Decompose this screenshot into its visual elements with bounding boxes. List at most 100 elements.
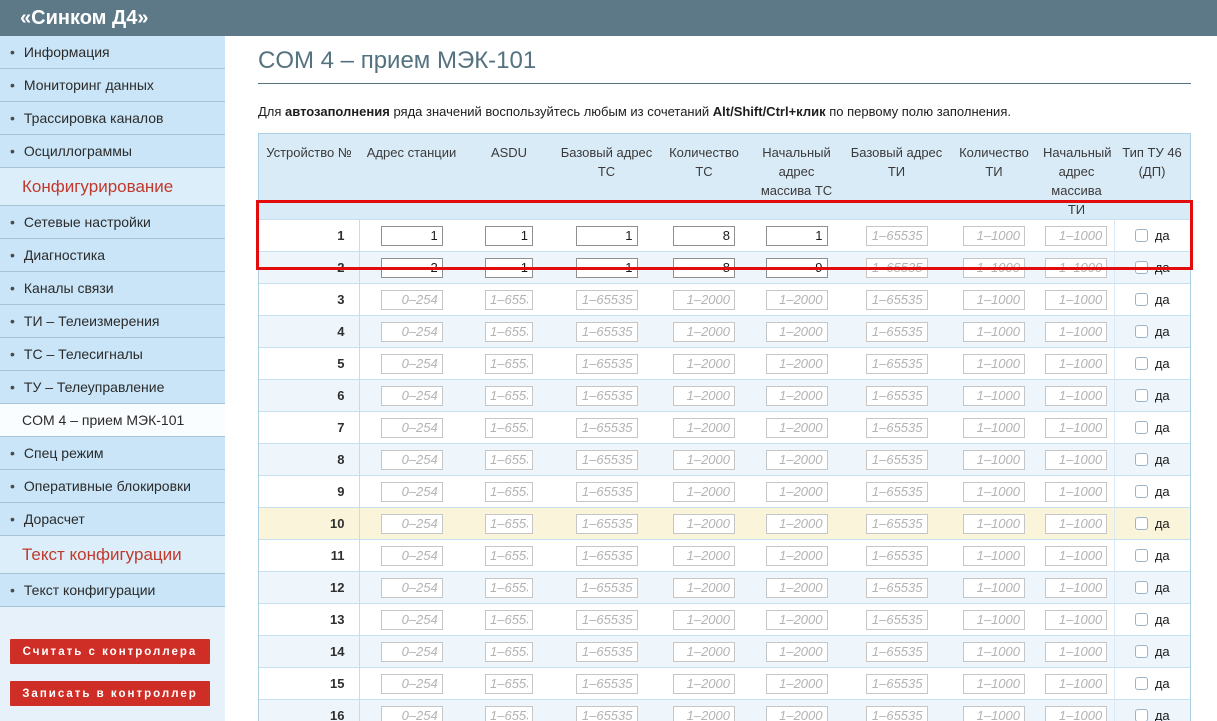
ti-array-start-address-input[interactable]	[1045, 450, 1107, 470]
ts-count-input[interactable]	[673, 354, 735, 374]
ts-base-address-input[interactable]	[576, 322, 638, 342]
ts-count-input[interactable]	[673, 418, 735, 438]
sidebar-item[interactable]: •Спец режим	[0, 437, 225, 470]
sidebar-item[interactable]: •Трассировка каналов	[0, 102, 225, 135]
ti-base-address-input[interactable]	[866, 450, 928, 470]
ti-base-address-input[interactable]	[866, 578, 928, 598]
ts-base-address-input[interactable]	[576, 418, 638, 438]
ti-array-start-address-input[interactable]	[1045, 642, 1107, 662]
ti-array-start-address-input[interactable]	[1045, 674, 1107, 694]
ts-base-address-input[interactable]	[576, 514, 638, 534]
station-address-input[interactable]	[381, 322, 443, 342]
ts-array-start-address-input[interactable]	[766, 514, 828, 534]
station-address-input[interactable]	[381, 354, 443, 374]
asdu-input[interactable]	[485, 322, 533, 342]
ti-base-address-input[interactable]	[866, 482, 928, 502]
ti-array-start-address-input[interactable]	[1045, 610, 1107, 630]
ti-count-input[interactable]	[963, 386, 1025, 406]
station-address-input[interactable]	[381, 546, 443, 566]
ti-array-start-address-input[interactable]	[1045, 226, 1107, 246]
ti-array-start-address-input[interactable]	[1045, 258, 1107, 278]
sidebar-item[interactable]: COM 4 – прием МЭК-101	[0, 404, 225, 437]
ti-count-input[interactable]	[963, 258, 1025, 278]
ts-array-start-address-input[interactable]	[766, 546, 828, 566]
asdu-input[interactable]	[485, 418, 533, 438]
ts-base-address-input[interactable]	[576, 450, 638, 470]
ti-array-start-address-input[interactable]	[1045, 514, 1107, 534]
asdu-input[interactable]	[485, 578, 533, 598]
ti-array-start-address-input[interactable]	[1045, 354, 1107, 374]
tu-type-checkbox[interactable]	[1135, 261, 1148, 274]
ts-array-start-address-input[interactable]	[766, 226, 828, 246]
ti-count-input[interactable]	[963, 418, 1025, 438]
asdu-input[interactable]	[485, 450, 533, 470]
tu-type-checkbox[interactable]	[1135, 389, 1148, 402]
ts-array-start-address-input[interactable]	[766, 674, 828, 694]
ts-base-address-input[interactable]	[576, 546, 638, 566]
ti-count-input[interactable]	[963, 514, 1025, 534]
tu-type-checkbox[interactable]	[1135, 453, 1148, 466]
tu-type-checkbox[interactable]	[1135, 325, 1148, 338]
ts-count-input[interactable]	[673, 674, 735, 694]
tu-type-checkbox[interactable]	[1135, 293, 1148, 306]
ts-count-input[interactable]	[673, 450, 735, 470]
ts-base-address-input[interactable]	[576, 706, 638, 721]
tu-type-checkbox[interactable]	[1135, 517, 1148, 530]
ts-count-input[interactable]	[673, 258, 735, 278]
ti-array-start-address-input[interactable]	[1045, 418, 1107, 438]
tu-type-checkbox[interactable]	[1135, 613, 1148, 626]
station-address-input[interactable]	[381, 290, 443, 310]
station-address-input[interactable]	[381, 450, 443, 470]
ts-count-input[interactable]	[673, 514, 735, 534]
ts-array-start-address-input[interactable]	[766, 610, 828, 630]
ts-array-start-address-input[interactable]	[766, 354, 828, 374]
ts-base-address-input[interactable]	[576, 290, 638, 310]
tu-type-checkbox[interactable]	[1135, 677, 1148, 690]
ti-count-input[interactable]	[963, 482, 1025, 502]
ts-count-input[interactable]	[673, 482, 735, 502]
ts-base-address-input[interactable]	[576, 226, 638, 246]
ti-count-input[interactable]	[963, 354, 1025, 374]
ti-count-input[interactable]	[963, 322, 1025, 342]
ti-array-start-address-input[interactable]	[1045, 546, 1107, 566]
sidebar-item[interactable]: •Информация	[0, 36, 225, 69]
ts-count-input[interactable]	[673, 706, 735, 721]
ts-count-input[interactable]	[673, 546, 735, 566]
ts-array-start-address-input[interactable]	[766, 706, 828, 721]
ts-base-address-input[interactable]	[576, 386, 638, 406]
ts-array-start-address-input[interactable]	[766, 418, 828, 438]
asdu-input[interactable]	[485, 610, 533, 630]
ts-count-input[interactable]	[673, 290, 735, 310]
sidebar-item[interactable]: •Мониторинг данных	[0, 69, 225, 102]
ts-base-address-input[interactable]	[576, 674, 638, 694]
ti-array-start-address-input[interactable]	[1045, 578, 1107, 598]
ti-array-start-address-input[interactable]	[1045, 322, 1107, 342]
ts-count-input[interactable]	[673, 610, 735, 630]
sidebar-item[interactable]: •ТУ – Телеуправление	[0, 371, 225, 404]
ti-array-start-address-input[interactable]	[1045, 706, 1107, 721]
ts-array-start-address-input[interactable]	[766, 482, 828, 502]
sidebar-item[interactable]: •Диагностика	[0, 239, 225, 272]
ti-count-input[interactable]	[963, 450, 1025, 470]
ti-count-input[interactable]	[963, 546, 1025, 566]
ti-array-start-address-input[interactable]	[1045, 386, 1107, 406]
sidebar-item[interactable]: •Текст конфигурации	[0, 574, 225, 607]
station-address-input[interactable]	[381, 610, 443, 630]
ti-base-address-input[interactable]	[866, 418, 928, 438]
ts-array-start-address-input[interactable]	[766, 450, 828, 470]
ti-count-input[interactable]	[963, 578, 1025, 598]
asdu-input[interactable]	[485, 386, 533, 406]
asdu-input[interactable]	[485, 514, 533, 534]
tu-type-checkbox[interactable]	[1135, 421, 1148, 434]
tu-type-checkbox[interactable]	[1135, 645, 1148, 658]
ti-base-address-input[interactable]	[866, 514, 928, 534]
station-address-input[interactable]	[381, 674, 443, 694]
ts-array-start-address-input[interactable]	[766, 290, 828, 310]
ts-base-address-input[interactable]	[576, 610, 638, 630]
ti-count-input[interactable]	[963, 674, 1025, 694]
asdu-input[interactable]	[485, 674, 533, 694]
ts-count-input[interactable]	[673, 386, 735, 406]
ti-base-address-input[interactable]	[866, 610, 928, 630]
tu-type-checkbox[interactable]	[1135, 485, 1148, 498]
asdu-input[interactable]	[485, 546, 533, 566]
